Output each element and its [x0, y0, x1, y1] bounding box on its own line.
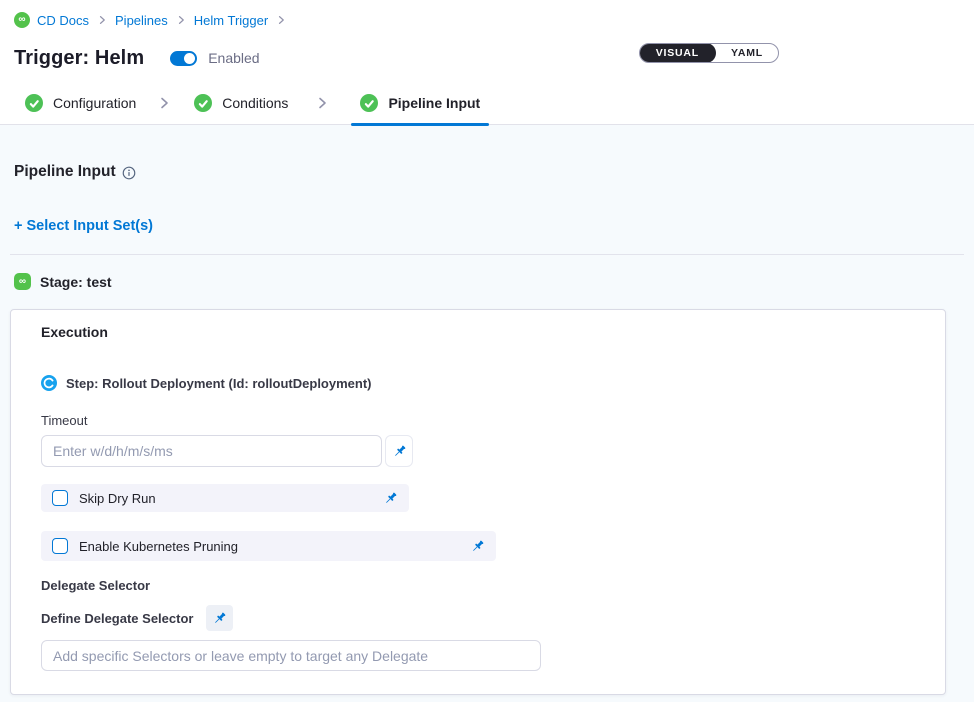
visual-mode-button[interactable]: VISUAL: [639, 43, 716, 63]
select-input-sets-button[interactable]: + Select Input Set(s): [14, 218, 153, 234]
chevron-right-icon: [314, 95, 330, 111]
tab-label: Configuration: [53, 95, 136, 111]
delegate-selector-label: Delegate Selector: [41, 578, 915, 593]
breadcrumb-link-cd-docs[interactable]: CD Docs: [37, 13, 89, 28]
enable-kubernetes-pruning-checkbox[interactable]: [52, 538, 68, 554]
tab-label: Pipeline Input: [388, 95, 480, 111]
page-header: ∞ CD Docs Pipelines Helm Trigger Trigger…: [0, 0, 974, 81]
rollout-step-icon: [41, 375, 57, 391]
chevron-right-icon: [175, 14, 187, 26]
visual-yaml-toggle: VISUAL YAML: [639, 43, 779, 63]
check-circle-icon: [194, 94, 212, 112]
pin-icon[interactable]: [206, 605, 233, 631]
check-circle-icon: [25, 94, 43, 112]
tab-conditions[interactable]: Conditions: [194, 81, 288, 125]
pin-icon[interactable]: [470, 539, 485, 554]
page-title: Trigger: Helm: [14, 47, 144, 70]
pipeline-input-panel: Pipeline Input + Select Input Set(s) ∞ S…: [0, 125, 974, 702]
checkbox-label: Enable Kubernetes Pruning: [79, 539, 238, 554]
delegate-selector-input[interactable]: [41, 640, 541, 671]
check-circle-icon: [360, 94, 378, 112]
pin-icon[interactable]: [385, 435, 413, 467]
tab-configuration[interactable]: Configuration: [25, 81, 136, 125]
breadcrumb: ∞ CD Docs Pipelines Helm Trigger: [14, 11, 960, 29]
cd-stage-icon: ∞: [14, 273, 31, 290]
chevron-right-icon: [275, 14, 287, 26]
section-title: Pipeline Input: [14, 163, 116, 181]
execution-card: Execution Step: Rollout Deployment (Id: …: [10, 309, 946, 695]
info-icon[interactable]: [122, 166, 136, 180]
step-label: Step: Rollout Deployment (Id: rolloutDep…: [66, 376, 372, 391]
stage-label: Stage: test: [40, 274, 112, 290]
divider: [10, 254, 964, 255]
timeout-label: Timeout: [41, 413, 915, 428]
enabled-toggle[interactable]: [170, 51, 197, 66]
define-delegate-selector-label: Define Delegate Selector: [41, 611, 193, 626]
enabled-toggle-label: Enabled: [208, 50, 259, 66]
checkbox-label: Skip Dry Run: [79, 491, 156, 506]
harness-cd-icon: ∞: [14, 12, 30, 28]
tab-pipeline-input[interactable]: Pipeline Input: [360, 81, 480, 125]
pin-icon[interactable]: [383, 491, 398, 506]
execution-card-title: Execution: [41, 324, 915, 340]
chevron-right-icon: [96, 14, 108, 26]
skip-dry-run-row: Skip Dry Run: [41, 484, 409, 512]
breadcrumb-link-pipelines[interactable]: Pipelines: [115, 13, 168, 28]
skip-dry-run-checkbox[interactable]: [52, 490, 68, 506]
timeout-input[interactable]: [41, 435, 382, 467]
tab-label: Conditions: [222, 95, 288, 111]
wizard-tabbar: Configuration Conditions Pipeline Input: [0, 81, 974, 125]
yaml-mode-button[interactable]: YAML: [716, 44, 778, 62]
breadcrumb-link-helm-trigger[interactable]: Helm Trigger: [194, 13, 268, 28]
enable-kubernetes-pruning-row: Enable Kubernetes Pruning: [41, 531, 496, 561]
chevron-right-icon: [156, 95, 172, 111]
